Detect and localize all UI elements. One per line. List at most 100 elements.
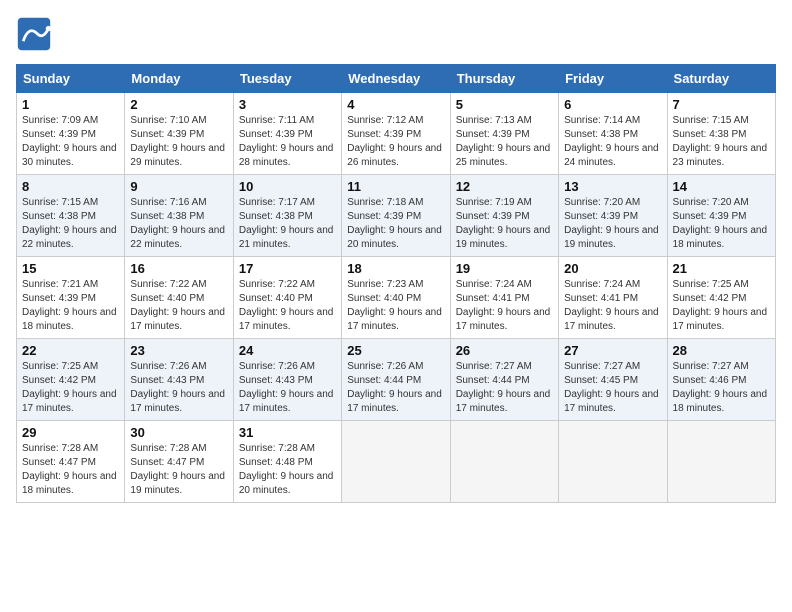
day-number: 4 — [347, 97, 444, 112]
calendar-cell: 20 Sunrise: 7:24 AMSunset: 4:41 PMDayligh… — [559, 257, 667, 339]
weekday-header: Friday — [559, 65, 667, 93]
day-detail: Sunrise: 7:15 AMSunset: 4:38 PMDaylight:… — [673, 115, 768, 168]
day-number: 8 — [22, 179, 119, 194]
calendar-cell: 26 Sunrise: 7:27 AMSunset: 4:44 PMDayligh… — [450, 339, 558, 421]
logo-icon — [16, 16, 52, 52]
calendar-week-row: 29Sunrise: 7:28 AMSunset: 4:47 PMDayligh… — [17, 421, 776, 503]
day-detail: Sunrise: 7:27 AMSunset: 4:46 PMDaylight:… — [673, 361, 768, 414]
day-number: 23 — [130, 343, 227, 358]
day-number: 14 — [673, 179, 770, 194]
calendar-cell: 17 Sunrise: 7:22 AMSunset: 4:40 PMDayligh… — [233, 257, 341, 339]
day-number: 28 — [673, 343, 770, 358]
day-detail: Sunrise: 7:28 AMSunset: 4:47 PMDaylight:… — [130, 443, 225, 496]
day-detail: Sunrise: 7:16 AMSunset: 4:38 PMDaylight:… — [130, 197, 225, 250]
day-detail: Sunrise: 7:21 AMSunset: 4:39 PMDaylight:… — [22, 279, 117, 332]
day-number: 22 — [22, 343, 119, 358]
calendar-cell: 4Sunrise: 7:12 AMSunset: 4:39 PMDaylight… — [342, 93, 450, 175]
day-number: 17 — [239, 261, 336, 276]
day-number: 13 — [564, 179, 661, 194]
day-number: 15 — [22, 261, 119, 276]
calendar-cell — [559, 421, 667, 503]
day-number: 2 — [130, 97, 227, 112]
day-detail: Sunrise: 7:20 AMSunset: 4:39 PMDaylight:… — [564, 197, 659, 250]
day-number: 10 — [239, 179, 336, 194]
day-number: 20 — [564, 261, 661, 276]
day-number: 26 — [456, 343, 553, 358]
day-number: 19 — [456, 261, 553, 276]
weekday-header: Thursday — [450, 65, 558, 93]
header — [16, 16, 776, 52]
calendar-cell: 2Sunrise: 7:10 AMSunset: 4:39 PMDaylight… — [125, 93, 233, 175]
day-number: 21 — [673, 261, 770, 276]
day-number: 5 — [456, 97, 553, 112]
day-detail: Sunrise: 7:20 AMSunset: 4:39 PMDaylight:… — [673, 197, 768, 250]
calendar-week-row: 15 Sunrise: 7:21 AMSunset: 4:39 PMDayligh… — [17, 257, 776, 339]
day-number: 24 — [239, 343, 336, 358]
day-detail: Sunrise: 7:15 AMSunset: 4:38 PMDaylight:… — [22, 197, 117, 250]
day-detail: Sunrise: 7:17 AMSunset: 4:38 PMDaylight:… — [239, 197, 334, 250]
day-detail: Sunrise: 7:13 AMSunset: 4:39 PMDaylight:… — [456, 115, 551, 168]
calendar-cell: 18 Sunrise: 7:23 AMSunset: 4:40 PMDayligh… — [342, 257, 450, 339]
weekday-header: Monday — [125, 65, 233, 93]
day-detail: Sunrise: 7:25 AMSunset: 4:42 PMDaylight:… — [673, 279, 768, 332]
calendar-cell: 25 Sunrise: 7:26 AMSunset: 4:44 PMDayligh… — [342, 339, 450, 421]
day-number: 1 — [22, 97, 119, 112]
calendar-cell: 29Sunrise: 7:28 AMSunset: 4:47 PMDayligh… — [17, 421, 125, 503]
day-detail: Sunrise: 7:23 AMSunset: 4:40 PMDaylight:… — [347, 279, 442, 332]
calendar-cell: 19 Sunrise: 7:24 AMSunset: 4:41 PMDayligh… — [450, 257, 558, 339]
day-number: 18 — [347, 261, 444, 276]
weekday-header: Saturday — [667, 65, 775, 93]
calendar-cell: 3 Sunrise: 7:11 AMSunset: 4:39 PMDaylight… — [233, 93, 341, 175]
day-detail: Sunrise: 7:26 AMSunset: 4:44 PMDaylight:… — [347, 361, 442, 414]
calendar-cell: 6 Sunrise: 7:14 AMSunset: 4:38 PMDaylight… — [559, 93, 667, 175]
calendar-cell — [450, 421, 558, 503]
day-number: 31 — [239, 425, 336, 440]
day-detail: Sunrise: 7:14 AMSunset: 4:38 PMDaylight:… — [564, 115, 659, 168]
calendar-cell: 12 Sunrise: 7:19 AMSunset: 4:39 PMDayligh… — [450, 175, 558, 257]
calendar-cell: 23Sunrise: 7:26 AMSunset: 4:43 PMDayligh… — [125, 339, 233, 421]
calendar-week-row: 8 Sunrise: 7:15 AMSunset: 4:38 PMDaylight… — [17, 175, 776, 257]
calendar-week-row: 22 Sunrise: 7:25 AMSunset: 4:42 PMDayligh… — [17, 339, 776, 421]
calendar-cell: 8 Sunrise: 7:15 AMSunset: 4:38 PMDaylight… — [17, 175, 125, 257]
calendar-cell: 31Sunrise: 7:28 AMSunset: 4:48 PMDayligh… — [233, 421, 341, 503]
day-detail: Sunrise: 7:18 AMSunset: 4:39 PMDaylight:… — [347, 197, 442, 250]
calendar-cell: 21 Sunrise: 7:25 AMSunset: 4:42 PMDayligh… — [667, 257, 775, 339]
day-detail: Sunrise: 7:25 AMSunset: 4:42 PMDaylight:… — [22, 361, 117, 414]
calendar-cell — [342, 421, 450, 503]
day-number: 9 — [130, 179, 227, 194]
calendar-cell: 24 Sunrise: 7:26 AMSunset: 4:43 PMDayligh… — [233, 339, 341, 421]
calendar-header-row: SundayMondayTuesdayWednesdayThursdayFrid… — [17, 65, 776, 93]
calendar-cell: 10 Sunrise: 7:17 AMSunset: 4:38 PMDayligh… — [233, 175, 341, 257]
day-detail: Sunrise: 7:28 AMSunset: 4:47 PMDaylight:… — [22, 443, 117, 496]
day-detail: Sunrise: 7:22 AMSunset: 4:40 PMDaylight:… — [130, 279, 225, 332]
day-number: 6 — [564, 97, 661, 112]
day-number: 12 — [456, 179, 553, 194]
calendar-cell: 28 Sunrise: 7:27 AMSunset: 4:46 PMDayligh… — [667, 339, 775, 421]
calendar-week-row: 1 Sunrise: 7:09 AMSunset: 4:39 PMDaylight… — [17, 93, 776, 175]
calendar-cell: 9 Sunrise: 7:16 AMSunset: 4:38 PMDaylight… — [125, 175, 233, 257]
calendar-cell: 22 Sunrise: 7:25 AMSunset: 4:42 PMDayligh… — [17, 339, 125, 421]
weekday-header: Tuesday — [233, 65, 341, 93]
weekday-header: Sunday — [17, 65, 125, 93]
calendar-cell: 16 Sunrise: 7:22 AMSunset: 4:40 PMDayligh… — [125, 257, 233, 339]
calendar-cell — [667, 421, 775, 503]
calendar-cell: 5 Sunrise: 7:13 AMSunset: 4:39 PMDaylight… — [450, 93, 558, 175]
calendar-cell: 27Sunrise: 7:27 AMSunset: 4:45 PMDayligh… — [559, 339, 667, 421]
day-detail: Sunrise: 7:27 AMSunset: 4:45 PMDaylight:… — [564, 361, 659, 414]
day-detail: Sunrise: 7:27 AMSunset: 4:44 PMDaylight:… — [456, 361, 551, 414]
day-number: 25 — [347, 343, 444, 358]
day-detail: Sunrise: 7:24 AMSunset: 4:41 PMDaylight:… — [564, 279, 659, 332]
day-number: 7 — [673, 97, 770, 112]
day-number: 3 — [239, 97, 336, 112]
day-detail: Sunrise: 7:24 AMSunset: 4:41 PMDaylight:… — [456, 279, 551, 332]
calendar-table: SundayMondayTuesdayWednesdayThursdayFrid… — [16, 64, 776, 503]
day-detail: Sunrise: 7:22 AMSunset: 4:40 PMDaylight:… — [239, 279, 334, 332]
day-detail: Sunrise: 7:26 AMSunset: 4:43 PMDaylight:… — [239, 361, 334, 414]
calendar-cell: 13 Sunrise: 7:20 AMSunset: 4:39 PMDayligh… — [559, 175, 667, 257]
calendar-cell: 1 Sunrise: 7:09 AMSunset: 4:39 PMDaylight… — [17, 93, 125, 175]
day-detail: Sunrise: 7:11 AMSunset: 4:39 PMDaylight:… — [239, 115, 334, 168]
calendar-cell: 14 Sunrise: 7:20 AMSunset: 4:39 PMDayligh… — [667, 175, 775, 257]
day-detail: Sunrise: 7:19 AMSunset: 4:39 PMDaylight:… — [456, 197, 551, 250]
day-number: 16 — [130, 261, 227, 276]
day-detail: Sunrise: 7:09 AMSunset: 4:39 PMDaylight:… — [22, 115, 117, 168]
